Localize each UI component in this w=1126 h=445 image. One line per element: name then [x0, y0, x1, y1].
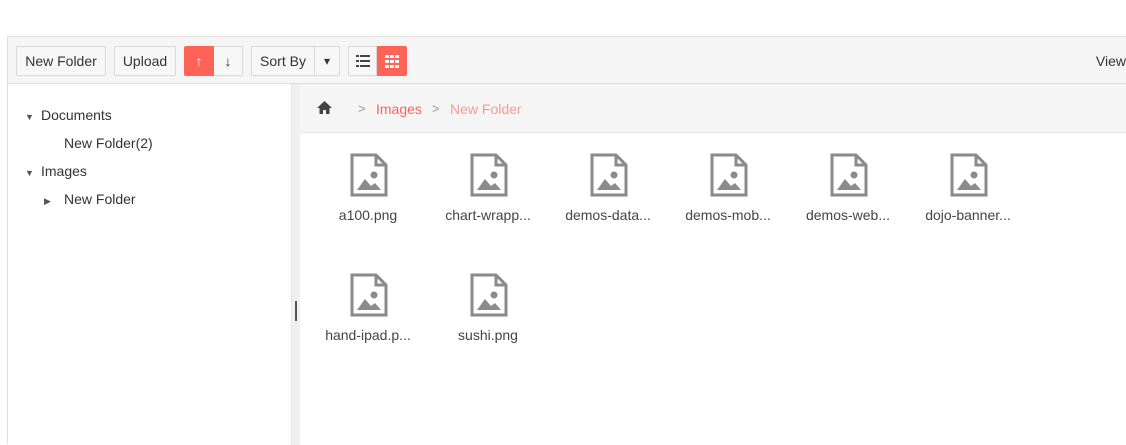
file-item[interactable]: sushi.png [436, 271, 540, 371]
image-file-icon [589, 153, 629, 197]
image-file-icon [829, 153, 869, 197]
image-file-icon [349, 153, 389, 197]
folder-tree: ▼ Documents New Folder(2) ▼ Images ▶ New Fo… [8, 84, 292, 445]
file-item[interactable]: hand-ipad.p... [316, 271, 420, 371]
file-name: demos-mob... [685, 207, 771, 223]
file-item[interactable]: a100.png [316, 151, 420, 251]
file-name: hand-ipad.p... [325, 327, 411, 343]
tree-item-label: New Folder [64, 191, 136, 207]
breadcrumb-separator-icon: > [432, 101, 440, 116]
new-folder-button[interactable]: New Folder [16, 46, 106, 76]
image-file-icon [469, 153, 509, 197]
image-file-icon [709, 153, 749, 197]
sort-by-button[interactable]: Sort By [251, 46, 315, 76]
upload-button[interactable]: Upload [114, 46, 176, 76]
expand-arrow-icon[interactable]: ▼ [25, 106, 41, 128]
tree-item-label: Documents [41, 107, 112, 123]
grid-view-icon [385, 55, 399, 68]
image-file-icon [949, 153, 989, 197]
collapse-arrow-icon[interactable]: ▶ [44, 190, 64, 212]
file-name: sushi.png [458, 327, 518, 343]
file-manager: New Folder Upload ↑ ↓ Sort By ▾ View ▼ Do… [7, 36, 1126, 445]
breadcrumb: > Images > New Folder [300, 84, 1126, 133]
file-item[interactable]: dojo-banner... [916, 151, 1020, 251]
view-menu-button[interactable]: View [1096, 53, 1126, 69]
breadcrumb-item-new-folder: New Folder [450, 101, 522, 117]
tree-item-label: New Folder(2) [64, 135, 153, 151]
breadcrumb-separator-icon: > [358, 101, 366, 116]
home-icon[interactable] [317, 101, 332, 117]
content-pane: > Images > New Folder a100.png chart-wrap… [300, 84, 1126, 445]
sort-descending-button[interactable]: ↓ [214, 46, 243, 76]
file-name: demos-data... [565, 207, 651, 223]
file-name: dojo-banner... [925, 207, 1011, 223]
tree-item-documents[interactable]: ▼ Documents [25, 104, 112, 126]
image-file-icon [469, 273, 509, 317]
tree-item-new-folder-2[interactable]: New Folder(2) [64, 132, 153, 154]
file-item[interactable]: demos-mob... [676, 151, 780, 251]
splitter-handle[interactable] [295, 301, 297, 321]
file-item[interactable]: demos-data... [556, 151, 660, 251]
toolbar: New Folder Upload ↑ ↓ Sort By ▾ View [8, 37, 1126, 84]
tree-item-new-folder[interactable]: ▶ New Folder [44, 188, 136, 210]
image-file-icon [349, 273, 389, 317]
sort-ascending-button[interactable]: ↑ [184, 46, 214, 76]
file-item[interactable]: chart-wrapp... [436, 151, 540, 251]
file-item[interactable]: demos-web... [796, 151, 900, 251]
sort-by-dropdown-toggle[interactable]: ▾ [315, 46, 340, 76]
tree-item-label: Images [41, 163, 87, 179]
file-name: demos-web... [805, 207, 891, 223]
list-view-button[interactable] [348, 46, 377, 76]
file-name: a100.png [338, 207, 398, 223]
breadcrumb-item-images[interactable]: Images [376, 100, 422, 118]
pane-splitter[interactable] [292, 84, 300, 445]
tree-item-images[interactable]: ▼ Images [25, 160, 87, 182]
expand-arrow-icon[interactable]: ▼ [25, 162, 41, 184]
file-name: chart-wrapp... [445, 207, 531, 223]
grid-view-button[interactable] [377, 46, 407, 76]
list-view-icon [355, 55, 370, 67]
